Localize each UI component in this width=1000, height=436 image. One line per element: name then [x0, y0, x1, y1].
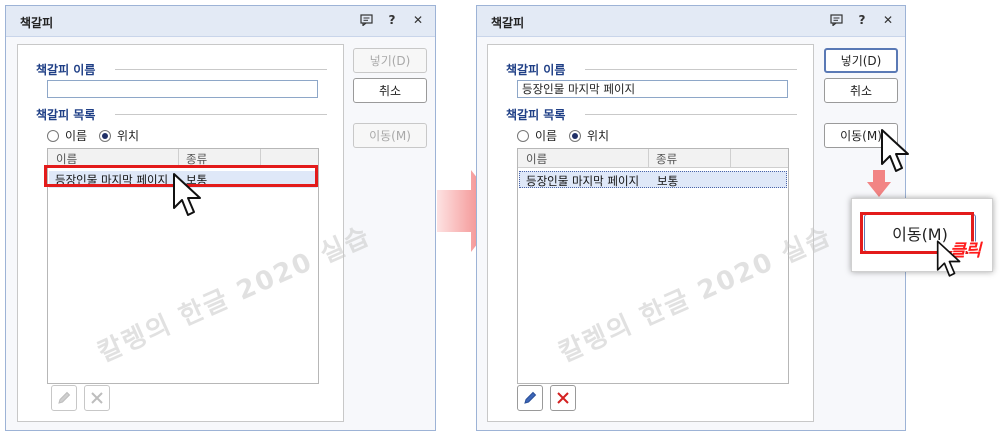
insert-button[interactable]: 넣기(D) — [824, 48, 898, 73]
main-panel: 책갈피 이름 책갈피 목록 이름 위치 이름 종류 등장인물 마지막 페이지 보… — [17, 44, 344, 422]
divider — [115, 114, 327, 115]
mouse-cursor-icon — [881, 129, 909, 172]
bookmark-name-label: 책갈피 이름 — [36, 63, 96, 77]
bookmark-name-input[interactable]: 등장인물 마지막 페이지 — [517, 80, 788, 98]
close-icon[interactable]: ✕ — [411, 13, 425, 27]
list-header: 이름 종류 — [518, 149, 788, 168]
radio-label: 위치 — [117, 129, 140, 143]
dialog-title: 책갈피 — [20, 16, 54, 30]
bookmark-list-label: 책갈피 목록 — [506, 108, 566, 122]
bookmark-name-input[interactable] — [47, 80, 318, 98]
sort-by-name-radio[interactable]: 이름 — [47, 127, 87, 144]
title-bar: 책갈피 ? ✕ — [6, 6, 435, 37]
help-icon[interactable]: ? — [855, 13, 869, 27]
divider — [115, 69, 327, 70]
column-separator — [730, 149, 731, 167]
bookmark-dialog-after: 책갈피 ? ✕ 책갈피 이름 등장인물 마지막 페이지 책갈피 목록 이름 위치… — [476, 5, 906, 431]
pencil-icon — [58, 391, 71, 404]
close-icon[interactable]: ✕ — [881, 13, 895, 27]
title-bar: 책갈피 ? ✕ — [477, 6, 905, 37]
mouse-cursor-icon — [173, 173, 201, 216]
radio-label: 이름 — [65, 129, 88, 143]
radio-circle — [99, 129, 111, 142]
sort-by-position-radio[interactable]: 위치 — [99, 127, 139, 144]
sort-by-name-radio[interactable]: 이름 — [517, 127, 557, 144]
main-panel: 책갈피 이름 등장인물 마지막 페이지 책갈피 목록 이름 위치 이름 종류 등… — [487, 44, 814, 422]
dialog-title: 책갈피 — [491, 16, 525, 30]
bookmark-item-kind: 보통 — [657, 174, 679, 188]
radio-circle — [569, 129, 581, 142]
delete-button[interactable] — [550, 385, 576, 411]
sort-by-position-radio[interactable]: 위치 — [569, 127, 609, 144]
divider — [585, 114, 797, 115]
pencil-icon — [524, 391, 537, 404]
bookmark-dialog-before: 책갈피 ? ✕ 책갈피 이름 책갈피 목록 이름 위치 이름 종류 등장인물 마… — [5, 5, 436, 431]
comment-icon[interactable] — [829, 13, 843, 27]
bookmark-item-name: 등장인물 마지막 페이지 — [526, 174, 640, 188]
bookmark-list-label: 책갈피 목록 — [36, 108, 96, 122]
list-item[interactable]: 등장인물 마지막 페이지 보통 — [519, 171, 787, 188]
comment-icon[interactable] — [359, 13, 373, 27]
radio-label: 위치 — [587, 129, 610, 143]
delete-button[interactable] — [84, 385, 110, 411]
insert-button[interactable]: 넣기(D) — [353, 48, 427, 73]
column-separator — [648, 149, 649, 167]
edit-button[interactable] — [51, 385, 77, 411]
column-name-header[interactable]: 이름 — [526, 151, 547, 167]
delete-x-icon — [91, 392, 103, 404]
cancel-button[interactable]: 취소 — [353, 78, 427, 103]
radio-circle — [47, 129, 59, 142]
help-icon[interactable]: ? — [385, 13, 399, 27]
column-kind-header[interactable]: 종류 — [656, 151, 677, 167]
divider — [585, 69, 797, 70]
mouse-cursor-icon — [936, 240, 961, 277]
bookmark-name-label: 책갈피 이름 — [506, 63, 566, 77]
radio-circle — [517, 129, 529, 142]
radio-label: 이름 — [535, 129, 558, 143]
move-button[interactable]: 이동(M) — [353, 123, 427, 148]
edit-button[interactable] — [517, 385, 543, 411]
delete-x-icon — [557, 392, 569, 404]
arrow-down-icon — [867, 170, 891, 197]
cancel-button[interactable]: 취소 — [824, 78, 898, 103]
